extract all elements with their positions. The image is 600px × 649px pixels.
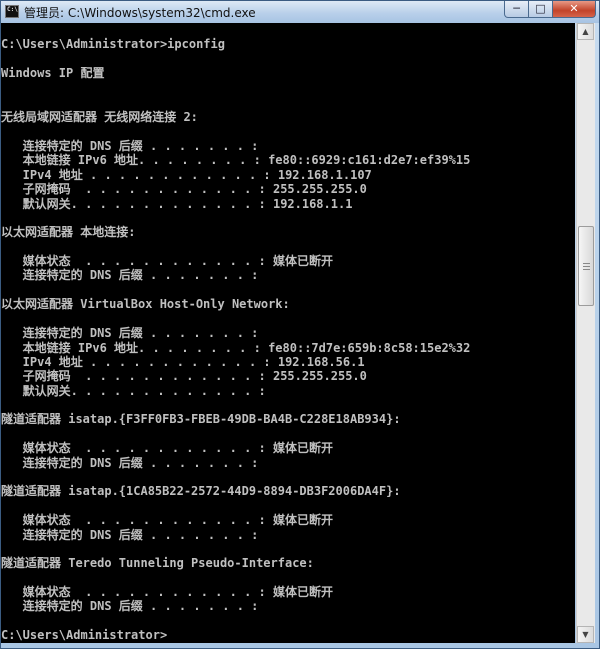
console-line: 连接特定的 DNS 后缀 . . . . . . . : — [1, 599, 259, 613]
console-output[interactable]: C:\Users\Administrator>ipconfig Windows … — [1, 23, 575, 643]
console-line: IPv4 地址 . . . . . . . . . . . . : 192.16… — [1, 355, 365, 369]
console-line: 媒体状态 . . . . . . . . . . . . : 媒体已断开 — [1, 585, 333, 599]
console-line: 默认网关. . . . . . . . . . . . . : — [1, 384, 266, 398]
console-line: 本地链接 IPv6 地址. . . . . . . . : fe80::7d7e… — [1, 341, 471, 355]
console-line: 媒体状态 . . . . . . . . . . . . : 媒体已断开 — [1, 254, 333, 268]
console-line: 连接特定的 DNS 后缀 . . . . . . . : — [1, 528, 259, 542]
console-line: 连接特定的 DNS 后缀 . . . . . . . : — [1, 268, 259, 282]
scroll-thumb[interactable] — [578, 226, 594, 306]
console-line: 连接特定的 DNS 后缀 . . . . . . . : — [1, 326, 259, 340]
console-line: 子网掩码 . . . . . . . . . . . . : 255.255.2… — [1, 182, 367, 196]
minimize-button[interactable]: ─ — [504, 1, 529, 18]
console-line: C:\Users\Administrator>ipconfig — [1, 37, 225, 51]
console-line: 本地链接 IPv6 地址. . . . . . . . : fe80::6929… — [1, 153, 471, 167]
console-line: 连接特定的 DNS 后缀 . . . . . . . : — [1, 139, 259, 153]
console-line: 隧道适配器 isatap.{1CA85B22-2572-44D9-8894-DB… — [1, 484, 401, 498]
console-line: Windows IP 配置 — [1, 66, 105, 80]
vertical-scrollbar[interactable]: ▲ ▼ — [576, 23, 595, 643]
command-prompt[interactable]: C:\Users\Administrator> — [1, 628, 167, 642]
console-line: 媒体状态 . . . . . . . . . . . . : 媒体已断开 — [1, 513, 333, 527]
console-line: 无线局域网适配器 无线网络连接 2: — [1, 110, 198, 124]
grip-icon — [583, 263, 590, 264]
maximize-button[interactable]: □ — [528, 1, 553, 18]
title-bar[interactable]: 管理员: C:\Windows\system32\cmd.exe ─ □ ✕ — [1, 1, 599, 23]
console-line: 隧道适配器 Teredo Tunneling Pseudo-Interface: — [1, 556, 314, 570]
console-line: 隧道适配器 isatap.{F3FF0FB3-FBEB-49DB-BA4B-C2… — [1, 412, 401, 426]
console-line: 连接特定的 DNS 后缀 . . . . . . . : — [1, 456, 259, 470]
console-line: 子网掩码 . . . . . . . . . . . . : 255.255.2… — [1, 369, 367, 383]
scroll-down-button[interactable]: ▼ — [577, 626, 594, 643]
scroll-up-button[interactable]: ▲ — [577, 23, 594, 40]
console-line: IPv4 地址 . . . . . . . . . . . . : 192.16… — [1, 168, 372, 182]
console-line: 以太网适配器 VirtualBox Host-Only Network: — [1, 297, 290, 311]
cmd-icon[interactable] — [5, 5, 19, 18]
window-title: 管理员: C:\Windows\system32\cmd.exe — [24, 6, 256, 20]
console-line: 默认网关. . . . . . . . . . . . . : 192.168.… — [1, 197, 353, 211]
close-button[interactable]: ✕ — [552, 1, 596, 18]
console-line: 媒体状态 . . . . . . . . . . . . : 媒体已断开 — [1, 441, 333, 455]
console-line: 以太网适配器 本地连接: — [1, 225, 136, 239]
cmd-window: 管理员: C:\Windows\system32\cmd.exe ─ □ ✕ C… — [0, 0, 600, 649]
